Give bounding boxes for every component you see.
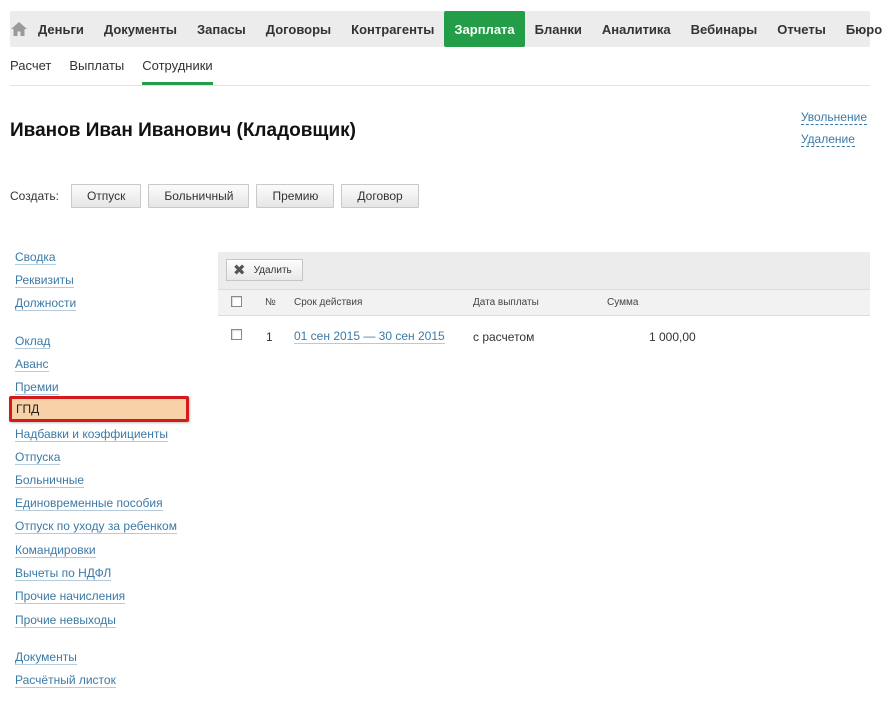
subnav-payments[interactable]: Выплаты [69,48,124,85]
create-bonus-button[interactable]: Премию [256,184,335,208]
gpd-panel: ✖ Удалить № Срок действия Дата выплаты С… [218,252,870,358]
select-all-checkbox[interactable] [231,296,242,307]
sidebar-item-allowances[interactable]: Надбавки и коэффициенты [15,427,168,442]
home-icon [11,22,27,36]
create-contract-button[interactable]: Договор [341,184,419,208]
nav-counterparties[interactable]: Контрагенты [341,11,444,47]
sidebar-item-other-absences[interactable]: Прочие невыходы [15,613,116,628]
sidebar-item-tax-deductions[interactable]: Вычеты по НДФЛ [15,566,112,581]
row-pay-date: с расчетом [473,330,535,344]
nav-money[interactable]: Деньги [28,11,94,47]
dismiss-link[interactable]: Увольнение [800,110,867,125]
row-checkbox[interactable] [231,329,242,340]
sidebar-item-positions[interactable]: Должности [15,296,77,311]
subnav-employees[interactable]: Сотрудники [142,48,213,85]
close-icon: ✖ [233,261,246,279]
nav-forms[interactable]: Бланки [525,11,592,47]
create-label: Создать: [10,189,59,203]
header-number: № [265,297,276,308]
sidebar-item-business-trips[interactable]: Командировки [15,543,96,558]
sidebar-item-other-accruals[interactable]: Прочие начисления [15,589,126,604]
sidebar-item-gpd[interactable]: ГПД [9,396,189,422]
page-title: Иванов Иван Иванович (Кладовщик) [10,120,356,141]
sidebar-item-advance[interactable]: Аванс [15,357,49,372]
delete-button-label: Удалить [253,264,292,276]
nav-salary[interactable]: Зарплата [444,11,525,47]
subnav-calculation[interactable]: Расчет [10,48,51,85]
create-sick-leave-button[interactable]: Больничный [148,184,250,208]
sidebar-item-vacations[interactable]: Отпуска [15,450,61,465]
sidebar-item-parental-leave[interactable]: Отпуск по уходу за ребенком [15,519,177,534]
nav-analytics[interactable]: Аналитика [592,11,681,47]
delete-button[interactable]: ✖ Удалить [226,259,303,281]
nav-contracts[interactable]: Договоры [256,11,341,47]
create-vacation-button[interactable]: Отпуск [70,184,142,208]
sub-nav: Расчет Выплаты Сотрудники [10,48,870,86]
sidebar-item-documents[interactable]: Документы [15,650,77,665]
table-row: 1 01 сен 2015 — 30 сен 2015 с расчетом 1… [218,316,870,358]
sidebar-item-sick-leaves[interactable]: Больничные [15,473,85,488]
sidebar-item-salary[interactable]: Оклад [15,334,51,349]
sidebar-item-summary[interactable]: Сводка [15,250,56,265]
header-pay-date: Дата выплаты [473,297,539,308]
row-period-link[interactable]: 01 сен 2015 — 30 сен 2015 [294,330,445,344]
row-number: 1 [266,330,273,344]
header-sum: Сумма [607,297,639,308]
table-header: № Срок действия Дата выплаты Сумма [218,290,870,316]
sidebar-item-lump-sum-benefits[interactable]: Единовременные пособия [15,496,163,511]
nav-bureau-label: Бюро [845,21,882,37]
nav-bureau[interactable]: Бюро beta [836,11,882,47]
sidebar-item-requisites[interactable]: Реквизиты [15,273,74,288]
row-sum: 1 000,00 [649,330,696,344]
nav-reports[interactable]: Отчеты [767,11,836,47]
sidebar-item-bonuses[interactable]: Премии [15,380,59,395]
create-toolbar: Создать: Отпуск Больничный Премию Догово… [10,184,426,208]
panel-toolbar: ✖ Удалить [218,252,870,290]
employee-actions: Увольнение Удаление [800,110,867,154]
home-button[interactable] [10,11,28,47]
nav-webinars[interactable]: Вебинары [681,11,768,47]
delete-employee-link[interactable]: Удаление [800,132,855,147]
top-nav: Деньги Документы Запасы Договоры Контраг… [10,11,882,47]
sidebar-item-payslip[interactable]: Расчётный листок [15,673,116,688]
nav-stock[interactable]: Запасы [187,11,256,47]
header-period: Срок действия [294,297,363,308]
nav-documents[interactable]: Документы [94,11,187,47]
